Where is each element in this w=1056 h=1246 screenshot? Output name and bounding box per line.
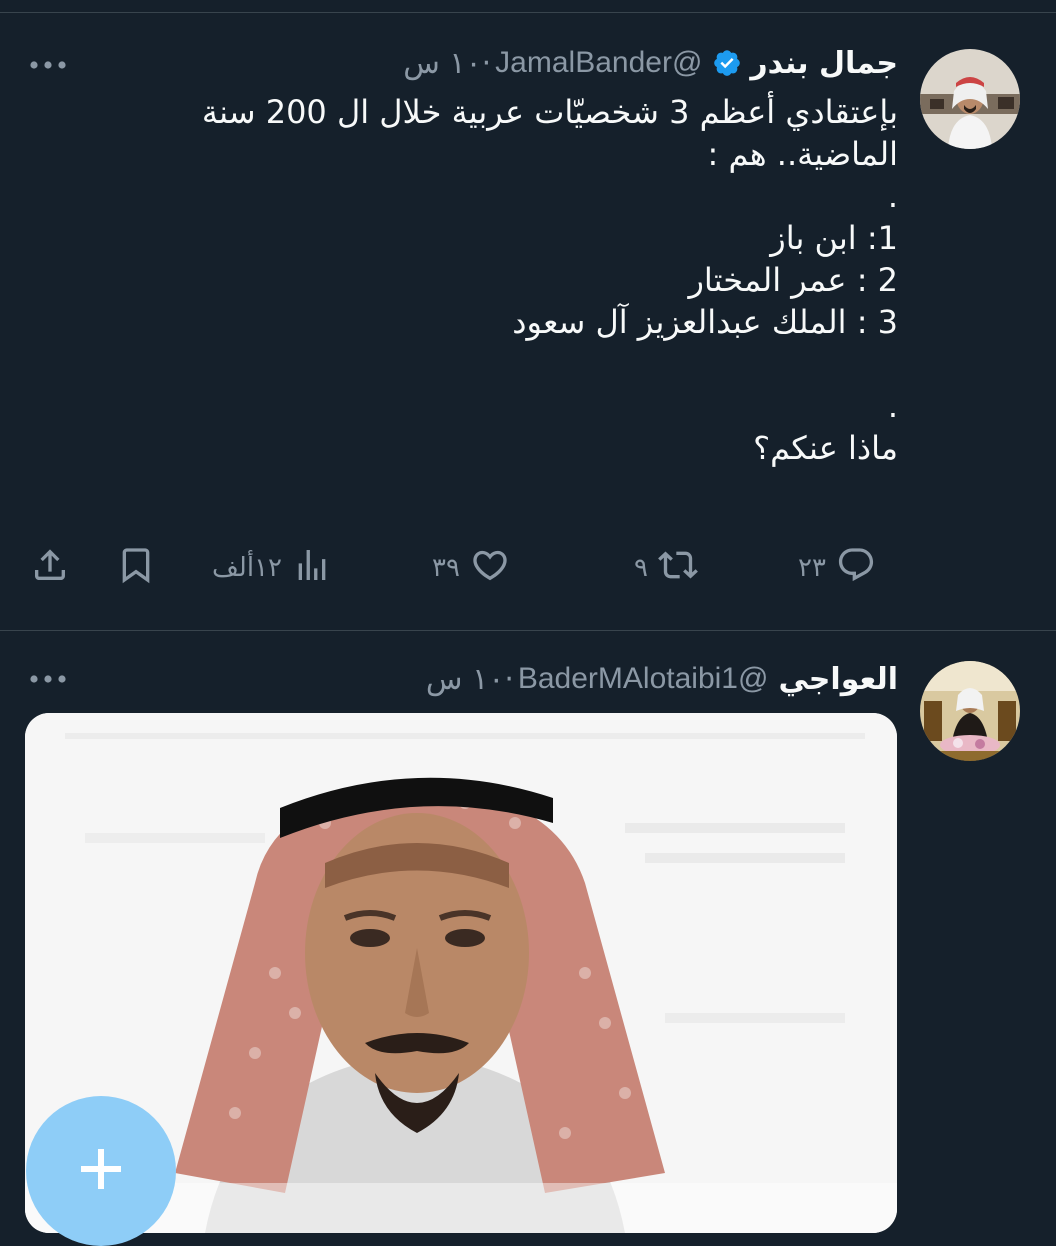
avatar[interactable] — [920, 661, 1020, 761]
separator: · — [504, 661, 514, 697]
tweet-text: بإعتقادي أعظم 3 شخصيّات عربية خلال ال 20… — [118, 91, 898, 469]
views-button[interactable]: ١٢ألف — [212, 543, 332, 593]
reply-button[interactable]: ٢٣ — [798, 543, 876, 593]
tweet-header: جمال بندر @JamalBander · ١٠ س — [403, 43, 898, 83]
more-dots-icon[interactable] — [26, 659, 70, 699]
share-icon — [30, 545, 70, 592]
tweet[interactable]: جمال بندر @JamalBander · ١٠ س بإعتقادي أ… — [0, 13, 1056, 630]
tweet-line: بإعتقادي أعظم 3 شخصيّات عربية خلال ال 20… — [201, 93, 898, 131]
like-count: ٣٩ — [432, 553, 460, 583]
tweet-line: الماضية.. هم : — [707, 135, 898, 173]
timestamp[interactable]: ١٠ س — [426, 662, 504, 697]
display-name[interactable]: جمال بندر — [750, 46, 898, 81]
heart-icon — [470, 545, 510, 592]
tweet-line: 2 : عمر المختار — [688, 261, 898, 299]
retweet-icon — [658, 545, 698, 592]
more-dots-icon[interactable] — [26, 45, 70, 85]
handle[interactable]: @JamalBander — [495, 46, 702, 80]
tweet-actions: ١٢ألف ٣٩ ٩ ٢٣ — [26, 543, 902, 593]
bookmark-button[interactable] — [116, 543, 156, 593]
timestamp[interactable]: ١٠ س — [403, 46, 481, 81]
compose-button[interactable] — [26, 1096, 176, 1246]
tweet-line: . — [887, 387, 898, 425]
like-button[interactable]: ٣٩ — [432, 543, 510, 593]
tweet-line: 3 : الملك عبدالعزيز آل سعود — [512, 303, 898, 341]
tweet-line — [118, 343, 898, 385]
views-count: ١٢ألف — [212, 553, 282, 583]
bookmark-icon — [116, 545, 156, 592]
reply-count: ٢٣ — [798, 553, 826, 583]
share-button[interactable] — [30, 543, 70, 593]
tweet-line: . — [887, 177, 898, 215]
plus-icon — [77, 1145, 125, 1197]
retweet-count: ٩ — [634, 553, 648, 583]
tweet-line: ماذا عنكم؟ — [753, 429, 898, 467]
display-name[interactable]: العواجي — [778, 662, 898, 697]
tweet-line: 1: ابن باز — [770, 219, 898, 257]
tweet-header: العواجي @BaderMAlotaibi1 · ١٠ س — [426, 659, 898, 699]
separator: · — [481, 45, 492, 81]
verified-badge-icon — [712, 48, 742, 78]
reply-icon — [836, 545, 876, 592]
views-icon — [292, 545, 332, 592]
handle[interactable]: @BaderMAlotaibi1 — [518, 662, 769, 696]
retweet-button[interactable]: ٩ — [634, 543, 698, 593]
tweet[interactable]: العواجي @BaderMAlotaibi1 · ١٠ س — [0, 631, 1056, 1233]
avatar[interactable] — [920, 49, 1020, 149]
